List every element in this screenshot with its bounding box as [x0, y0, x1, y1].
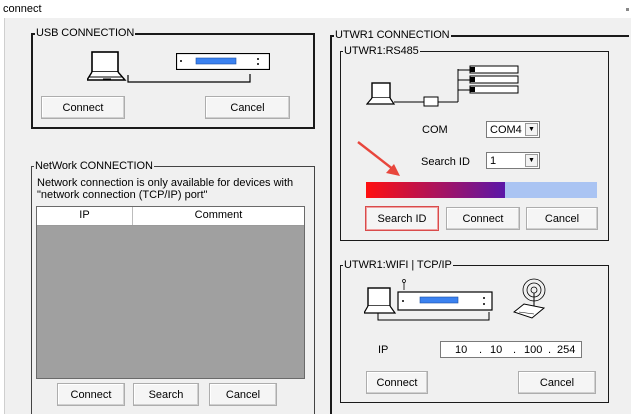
ip-octet-2: 10 — [490, 344, 503, 356]
search-id-select[interactable]: 1 ▼ — [486, 152, 540, 169]
rs485-network-diagram — [366, 65, 519, 107]
com-select[interactable]: COM4 ▼ — [486, 121, 540, 138]
ip-dot-3: . — [548, 344, 552, 356]
network-device-list[interactable]: IP Comment — [36, 206, 305, 379]
window-title: connect — [3, 3, 42, 15]
usb-connection-legend: USB CONNECTION — [36, 27, 135, 39]
search-id-label: Search ID — [421, 156, 470, 168]
chevron-down-icon[interactable]: ▼ — [525, 123, 538, 136]
annotation-arrow-icon — [357, 141, 400, 176]
rs485-legend: UTWR1:RS485 — [344, 45, 419, 57]
wifi-connect-button[interactable]: Connect — [366, 371, 428, 394]
ip-address-field[interactable]: 10 . 10 . 100 . 254 — [440, 341, 582, 358]
ip-octet-3: 100 — [524, 344, 543, 356]
column-header-comment[interactable]: Comment — [133, 207, 304, 225]
ip-dot-2: . — [513, 344, 517, 356]
search-progress-fill — [366, 182, 505, 198]
network-note: Network connection is only available for… — [37, 177, 294, 201]
window-left-edge — [0, 18, 5, 414]
column-header-ip-label: IP — [79, 209, 90, 221]
com-label: COM — [422, 124, 448, 136]
wifi-cancel-button[interactable]: Cancel — [518, 371, 596, 394]
column-header-ip[interactable]: IP — [37, 207, 133, 225]
network-cancel-button[interactable]: Cancel — [209, 383, 277, 406]
search-id-select-value: 1 — [490, 155, 497, 167]
title-bar: connect — [0, 0, 631, 18]
utwr1-connection-legend: UTWR1 CONNECTION — [335, 29, 450, 41]
device-unit-icon — [176, 53, 270, 70]
ip-dot-1: . — [479, 344, 483, 356]
search-id-button[interactable]: Search ID — [365, 206, 439, 231]
com-select-value: COM4 — [490, 124, 522, 136]
usb-connect-button[interactable]: Connect — [41, 96, 125, 119]
network-connection-legend: NetWork CONNECTION — [35, 160, 153, 172]
chevron-down-icon[interactable]: ▼ — [525, 154, 538, 167]
search-progress-bar — [366, 182, 597, 198]
wifi-legend: UTWR1:WIFI | TCP/IP — [344, 259, 452, 271]
close-icon[interactable] — [626, 8, 629, 11]
column-header-comment-label: Comment — [194, 209, 243, 221]
rs485-cancel-button[interactable]: Cancel — [526, 207, 598, 230]
usb-cancel-button[interactable]: Cancel — [205, 96, 290, 119]
rs485-connect-button[interactable]: Connect — [446, 207, 520, 230]
wifi-network-diagram — [364, 278, 546, 321]
network-connect-button[interactable]: Connect — [57, 383, 125, 406]
ip-octet-1: 10 — [455, 344, 468, 356]
list-header: IP Comment — [37, 207, 304, 226]
network-search-button[interactable]: Search — [133, 383, 199, 406]
ip-octet-4: 254 — [557, 344, 576, 356]
ip-label: IP — [378, 344, 389, 356]
